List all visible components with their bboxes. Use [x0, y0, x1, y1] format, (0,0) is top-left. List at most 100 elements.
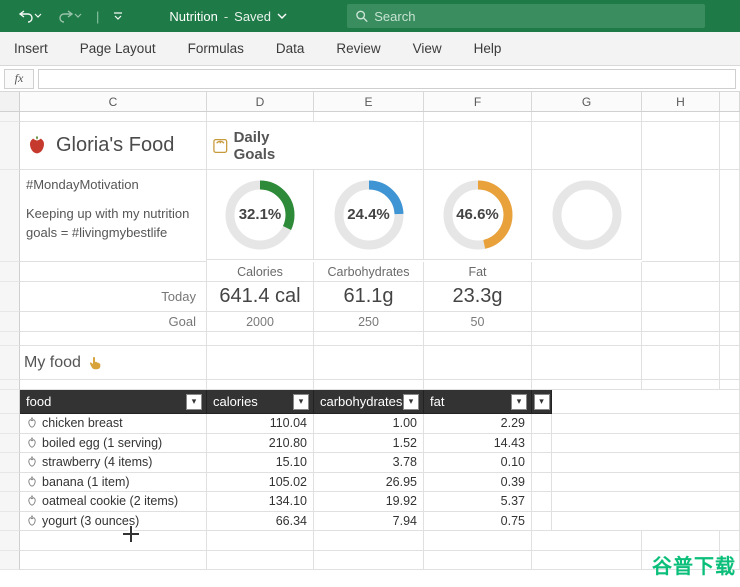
food-fat[interactable]: 5.37	[424, 492, 532, 512]
th-carbs: carbohydrates	[320, 394, 402, 409]
food-carbs[interactable]: 26.95	[314, 473, 424, 493]
col-header-end[interactable]	[720, 92, 740, 111]
row-gutter[interactable]	[0, 414, 20, 434]
food-carbs[interactable]: 7.94	[314, 512, 424, 532]
hand-point-icon	[87, 355, 103, 371]
row-gutter[interactable]	[0, 473, 20, 493]
watermark: 谷普下载	[652, 550, 736, 579]
row-gutter[interactable]	[0, 112, 20, 122]
food-fat[interactable]: 14.43	[424, 434, 532, 454]
food-calories[interactable]: 66.34	[207, 512, 314, 532]
chevron-down-icon[interactable]	[277, 11, 287, 21]
row-gutter[interactable]	[0, 332, 20, 346]
food-name-cell[interactable]: boiled egg (1 serving)	[20, 434, 207, 454]
table-row: chicken breast110.041.002.29	[0, 414, 740, 434]
food-calories[interactable]: 15.10	[207, 453, 314, 473]
food-fat[interactable]: 0.75	[424, 512, 532, 532]
goals-title: Daily Goals	[207, 122, 314, 170]
today-fat: 23.3g	[424, 282, 532, 312]
food-carbs[interactable]: 1.52	[314, 434, 424, 454]
label-calories: Calories	[207, 262, 314, 282]
food-calories[interactable]: 134.10	[207, 492, 314, 512]
food-fat[interactable]: 0.39	[424, 473, 532, 493]
th-food: food	[26, 394, 51, 409]
table-header-fat[interactable]: fat ▾	[424, 390, 532, 414]
row-gutter[interactable]	[0, 262, 20, 282]
tab-view[interactable]: View	[413, 41, 442, 56]
col-header-d[interactable]: D	[207, 92, 314, 111]
food-name-cell[interactable]: banana (1 item)	[20, 473, 207, 493]
note-text: #MondayMotivation Keeping up with my nut…	[20, 170, 207, 262]
today-calories: 641.4 cal	[207, 282, 314, 312]
tab-page-layout[interactable]: Page Layout	[80, 41, 156, 56]
table-header-extra[interactable]: ▾	[532, 390, 552, 414]
tab-insert[interactable]: Insert	[14, 41, 48, 56]
spreadsheet-grid[interactable]: Gloria's Food Daily Goals #MondayMotivat…	[0, 112, 740, 570]
tab-formulas[interactable]: Formulas	[188, 41, 244, 56]
qat-customize[interactable]	[107, 9, 129, 23]
col-header-f[interactable]: F	[424, 92, 532, 111]
row-gutter[interactable]	[0, 453, 20, 473]
row-gutter[interactable]	[0, 492, 20, 512]
food-calories[interactable]: 105.02	[207, 473, 314, 493]
col-header-h[interactable]: H	[642, 92, 720, 111]
row-gutter[interactable]	[0, 170, 20, 262]
row-gutter[interactable]	[0, 122, 20, 170]
filter-button[interactable]: ▾	[186, 394, 202, 410]
gauge-extra	[532, 170, 642, 260]
table-header-calories[interactable]: calories ▾	[207, 390, 314, 414]
row-gutter[interactable]	[0, 551, 20, 571]
gauge-carbs: 24.4%	[314, 170, 424, 260]
food-name-cell[interactable]: chicken breast	[20, 414, 207, 434]
apple-icon	[26, 135, 48, 157]
row-gutter[interactable]	[0, 434, 20, 454]
filter-button[interactable]: ▾	[403, 394, 419, 410]
row-gutter[interactable]	[0, 312, 20, 332]
food-fat[interactable]: 0.10	[424, 453, 532, 473]
food-calories[interactable]: 210.80	[207, 434, 314, 454]
table-header-food[interactable]: food ▾	[20, 390, 207, 414]
redo-button[interactable]	[52, 6, 88, 26]
filter-button[interactable]: ▾	[534, 394, 550, 410]
search-input[interactable]	[374, 9, 697, 24]
doc-name: Nutrition	[169, 9, 217, 24]
food-calories[interactable]: 110.04	[207, 414, 314, 434]
myfood-text: My food	[24, 354, 81, 372]
goal-carbs: 250	[314, 312, 424, 332]
goal-label: Goal	[20, 312, 207, 332]
filter-button[interactable]: ▾	[511, 394, 527, 410]
filter-button[interactable]: ▾	[293, 394, 309, 410]
quick-access: |	[0, 6, 129, 26]
undo-button[interactable]	[12, 6, 48, 26]
row-gutter[interactable]	[0, 346, 20, 380]
row-gutter[interactable]	[0, 380, 20, 390]
row-gutter[interactable]	[0, 282, 20, 312]
tab-help[interactable]: Help	[474, 41, 502, 56]
food-name: boiled egg (1 serving)	[42, 436, 162, 450]
food-carbs[interactable]: 3.78	[314, 453, 424, 473]
tab-data[interactable]: Data	[276, 41, 305, 56]
food-fat[interactable]: 2.29	[424, 414, 532, 434]
scale-icon	[213, 138, 228, 154]
food-item-icon	[26, 417, 38, 429]
select-all-cell[interactable]	[0, 92, 20, 111]
food-name: strawberry (4 items)	[42, 455, 152, 469]
row-gutter[interactable]	[0, 512, 20, 532]
search-box[interactable]	[347, 4, 705, 28]
row-gutter[interactable]	[0, 531, 20, 551]
row-gutter[interactable]	[0, 390, 20, 414]
col-header-e[interactable]: E	[314, 92, 424, 111]
col-header-g[interactable]: G	[532, 92, 642, 111]
food-carbs[interactable]: 1.00	[314, 414, 424, 434]
food-name-cell[interactable]: oatmeal cookie (2 items)	[20, 492, 207, 512]
food-carbs[interactable]: 19.92	[314, 492, 424, 512]
table-row: strawberry (4 items) 15.103.780.10	[0, 453, 740, 473]
table-row: yogurt (3 ounces)66.347.940.75	[0, 512, 740, 532]
table-header-carbs[interactable]: carbohydrates ▾	[314, 390, 424, 414]
formula-input[interactable]	[38, 69, 736, 89]
tab-review[interactable]: Review	[336, 41, 380, 56]
col-header-c[interactable]: C	[20, 92, 207, 111]
food-name-cell[interactable]: yogurt (3 ounces)	[20, 512, 207, 532]
food-name-cell[interactable]: strawberry (4 items)	[20, 453, 207, 473]
fx-button[interactable]: fx	[4, 69, 34, 89]
